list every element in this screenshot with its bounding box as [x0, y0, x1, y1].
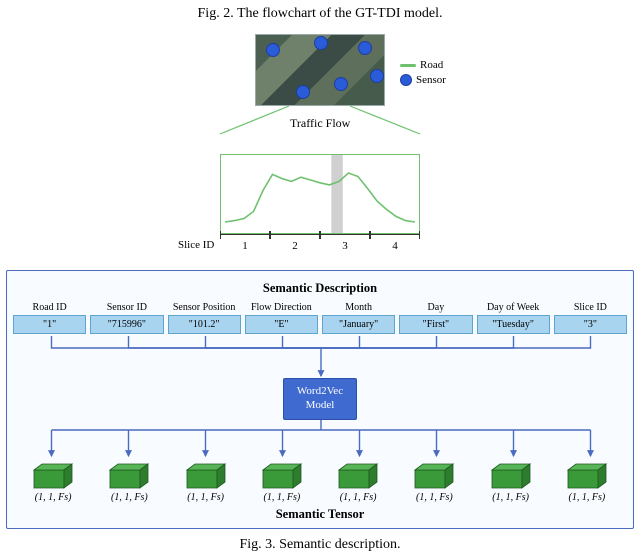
field-value: "E" — [245, 315, 318, 334]
fig3-caption: Fig. 3. Semantic description. — [0, 529, 640, 559]
map-image — [255, 34, 385, 106]
semantic-field: Road ID "1" — [13, 302, 86, 334]
semantic-field: Month "January" — [322, 302, 395, 334]
semantic-field: Sensor Position "101.2" — [168, 302, 241, 334]
tensor-row: (1, 1, Fs) (1, 1, Fs) (1, 1, Fs) (1, 1, … — [13, 462, 627, 503]
sensor-dot-icon — [314, 36, 328, 50]
slice-number: 3 — [335, 240, 355, 252]
field-label: Slice ID — [574, 302, 607, 313]
legend-sensor-label: Sensor — [416, 74, 446, 86]
legend-road: Road — [400, 59, 446, 71]
field-value: "101.2" — [168, 315, 241, 334]
slice-number: 4 — [385, 240, 405, 252]
semantic-field: Slice ID "3" — [554, 302, 627, 334]
tensor-cube-icon — [106, 462, 152, 490]
tensor-item: (1, 1, Fs) — [93, 462, 165, 503]
tensor-item: (1, 1, Fs) — [17, 462, 89, 503]
semantic-description-box: Semantic Description Road ID"1"Sensor ID… — [6, 270, 634, 529]
slice-ticks: 1 2 3 4 — [220, 234, 420, 252]
legend-road-label: Road — [420, 59, 443, 71]
tensor-item: (1, 1, Fs) — [475, 462, 547, 503]
tensor-item: (1, 1, Fs) — [551, 462, 623, 503]
legend-sensor: Sensor — [400, 74, 446, 86]
slice-number: 2 — [285, 240, 305, 252]
field-label: Month — [345, 302, 372, 313]
sensor-dot-icon — [296, 85, 310, 99]
tensor-cube-icon — [411, 462, 457, 490]
traffic-flow-chart: Slice ID 1 2 3 4 — [0, 154, 640, 264]
field-value: "January" — [322, 315, 395, 334]
word2vec-label-line2: Model — [306, 399, 335, 411]
field-value: "3" — [554, 315, 627, 334]
tensor-cube-icon — [30, 462, 76, 490]
fields-to-model-arrows — [13, 334, 629, 378]
sensor-dot-icon — [266, 43, 280, 57]
tensor-item: (1, 1, Fs) — [170, 462, 242, 503]
semantic-field: Sensor ID "715996" — [90, 302, 163, 334]
field-label: Day — [428, 302, 445, 313]
model-to-tensor-arrows — [13, 420, 629, 458]
field-label: Sensor ID — [107, 302, 147, 313]
field-label: Flow Direction — [251, 302, 312, 313]
sensor-dot-icon — [370, 69, 384, 83]
tensor-item: (1, 1, Fs) — [322, 462, 394, 503]
road-line-icon — [400, 64, 416, 67]
figure-container: Fig. 2. The flowchart of the GT-TDI mode… — [0, 0, 640, 559]
sensor-dot-icon — [334, 77, 348, 91]
tensor-cube-icon — [183, 462, 229, 490]
field-label: Sensor Position — [173, 302, 236, 313]
tensor-item: (1, 1, Fs) — [246, 462, 318, 503]
field-value: "1" — [13, 315, 86, 334]
slice-number: 1 — [235, 240, 255, 252]
tensor-cube-icon — [488, 462, 534, 490]
tensor-cube-icon — [259, 462, 305, 490]
semantic-field: Day "First" — [399, 302, 472, 334]
chart-line-icon — [221, 155, 419, 233]
semantic-description-title: Semantic Description — [13, 281, 627, 296]
word2vec-model-box: Word2Vec Model — [283, 378, 357, 420]
sensor-dot-icon — [358, 41, 372, 55]
sensor-dot-icon — [400, 74, 412, 86]
field-label: Day of Week — [487, 302, 539, 313]
chart-frame — [220, 154, 420, 234]
map-legend: Road Sensor — [400, 59, 446, 89]
map-area: Road Sensor Traffic Flow — [0, 24, 640, 154]
semantic-field: Day of Week "Tuesday" — [477, 302, 550, 334]
tensor-cube-icon — [564, 462, 610, 490]
field-label: Road ID — [33, 302, 67, 313]
word2vec-label-line1: Word2Vec — [297, 385, 343, 397]
semantic-field: Flow Direction "E" — [245, 302, 318, 334]
field-value: "Tuesday" — [477, 315, 550, 334]
field-value: "715996" — [90, 315, 163, 334]
field-value: "First" — [399, 315, 472, 334]
slice-id-axis-label: Slice ID — [178, 239, 214, 251]
tensor-item: (1, 1, Fs) — [398, 462, 470, 503]
semantic-tensor-title: Semantic Tensor — [13, 507, 627, 522]
tensor-cube-icon — [335, 462, 381, 490]
traffic-flow-label: Traffic Flow — [290, 116, 350, 131]
fig2-caption: Fig. 2. The flowchart of the GT-TDI mode… — [0, 0, 640, 24]
fields-row: Road ID "1" Sensor ID "715996" Sensor Positi… — [13, 302, 627, 334]
